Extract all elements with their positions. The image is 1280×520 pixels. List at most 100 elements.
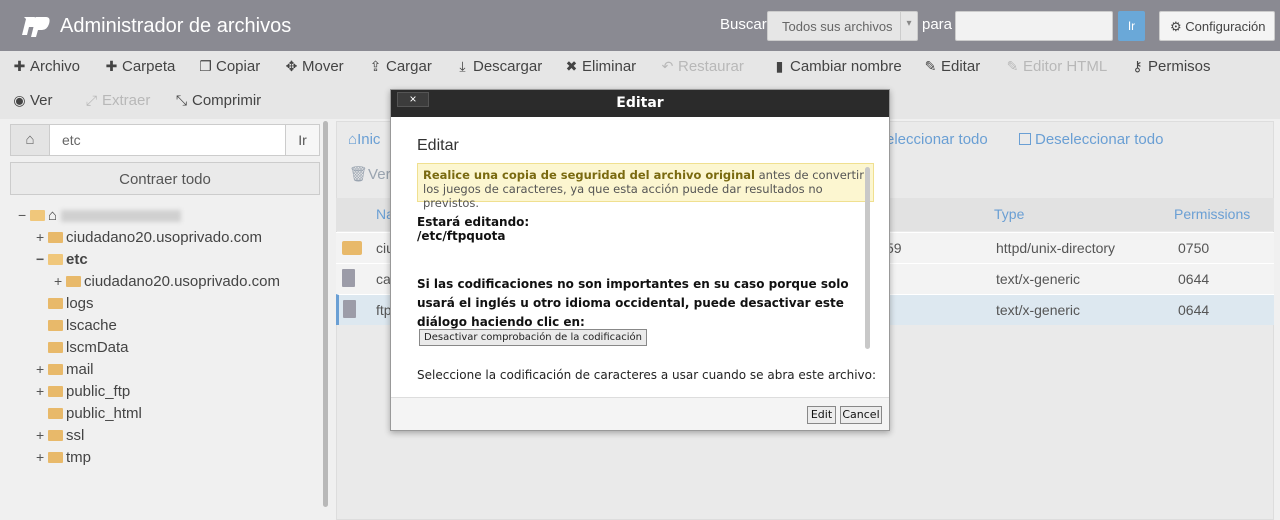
home-icon: ⌂ xyxy=(48,207,58,224)
times-icon: ✖ xyxy=(565,58,578,74)
restore-button[interactable]: ↶ Restaurar xyxy=(660,58,744,75)
collapse-all-button[interactable]: Contraer todo xyxy=(10,162,320,195)
dialog-heading: Editar xyxy=(417,137,459,154)
dialog-scrollbar[interactable] xyxy=(865,167,870,349)
folder-icon xyxy=(48,430,63,441)
column-type[interactable]: Type xyxy=(994,206,1024,222)
folder-open-icon xyxy=(30,210,45,221)
checkbox-icon xyxy=(1019,133,1031,145)
pencil-icon: ✎ xyxy=(924,58,937,74)
move-button[interactable]: ✥ Mover xyxy=(284,58,344,75)
view-trash-button[interactable]: 🗑Ver xyxy=(349,165,391,183)
edit-dialog: × Editar Editar Realice una copia de seg… xyxy=(390,89,890,431)
new-file-button[interactable]: ✚ Archivo xyxy=(12,58,80,75)
expand-icon[interactable]: + xyxy=(54,273,66,289)
edit-button[interactable]: ✎ Editar xyxy=(923,58,981,75)
search-scope-select[interactable]: Todos sus archivos ▾ xyxy=(767,11,918,41)
compress-button[interactable]: ⤡ Comprimir xyxy=(174,92,261,109)
plus-icon: ✚ xyxy=(105,58,118,74)
tree-node[interactable]: + ssl xyxy=(36,427,84,447)
folder-icon xyxy=(48,452,63,463)
upload-button[interactable]: ⇪ Cargar xyxy=(368,58,432,75)
edit-confirm-button[interactable]: Edit xyxy=(807,406,836,424)
home-icon: ⌂ xyxy=(25,131,35,148)
expand-icon[interactable]: + xyxy=(36,383,48,399)
settings-button[interactable]: ⚙ Configuración xyxy=(1159,11,1275,41)
copy-button[interactable]: ❐ Copiar xyxy=(198,58,260,75)
warning-box: Realice una copia de seguridad del archi… xyxy=(417,163,874,210)
dialog-footer: Edit Cancel xyxy=(391,397,889,430)
cpanel-logo xyxy=(22,17,50,37)
app-header: Administrador de archivos Buscar Todos s… xyxy=(0,0,1280,51)
html-editor-button[interactable]: ✎ Editor HTML xyxy=(1005,58,1108,75)
search-input[interactable] xyxy=(955,11,1113,41)
warning-bold: Realice una copia de seguridad del archi… xyxy=(423,168,755,182)
new-folder-button[interactable]: ✚ Carpeta xyxy=(104,58,176,75)
encoding-info-text: Si las codificaciones no son importantes… xyxy=(417,277,849,329)
tree-node[interactable]: + mail xyxy=(36,361,94,381)
home-nav-button[interactable]: ⌂Inic xyxy=(348,131,380,148)
tree-node[interactable]: lscache xyxy=(36,317,117,337)
deselect-all-button[interactable]: Deseleccionar todo xyxy=(1019,131,1163,148)
folder-icon xyxy=(48,342,63,353)
home-button[interactable]: ⌂ xyxy=(10,124,50,156)
gear-icon: ⚙ xyxy=(1170,19,1182,34)
tree-node[interactable]: + tmp xyxy=(36,449,91,469)
search-scope-value: Todos sus archivos xyxy=(782,19,893,34)
column-permissions[interactable]: Permissions xyxy=(1174,206,1250,222)
folder-icon xyxy=(48,298,63,309)
key-icon: ⚷ xyxy=(1132,58,1143,74)
tree-node[interactable]: public_html xyxy=(36,405,142,425)
path-input[interactable]: etc xyxy=(50,124,286,156)
folder-open-icon xyxy=(48,254,63,265)
download-icon: ⤓ xyxy=(459,58,466,74)
plus-icon: ✚ xyxy=(13,58,26,74)
folder-icon xyxy=(48,386,63,397)
move-icon: ✥ xyxy=(285,58,298,74)
app-title: Administrador de archivos xyxy=(60,15,292,37)
trash-icon: 🗑 xyxy=(349,166,369,183)
expand-icon[interactable]: + xyxy=(36,229,48,245)
folder-icon xyxy=(48,364,63,375)
path-go-button[interactable]: Ir xyxy=(286,124,320,156)
compress-icon: ⤡ xyxy=(175,92,188,108)
redacted-label xyxy=(61,210,182,223)
download-button[interactable]: ⤓ Descargar xyxy=(455,58,542,75)
permissions-button[interactable]: ⚷ Permisos xyxy=(1130,58,1210,75)
undo-icon: ↶ xyxy=(661,58,674,74)
copy-icon: ❐ xyxy=(199,58,212,74)
tree-node-etc[interactable]: − etc xyxy=(36,251,88,271)
upload-icon: ⇪ xyxy=(369,58,382,74)
disable-encoding-check-button[interactable]: Desactivar comprobación de la codificaci… xyxy=(419,329,647,346)
tree-node[interactable]: + ciudadano20.usoprivado.com xyxy=(36,229,262,249)
tree-node-root[interactable]: − ⌂ xyxy=(18,207,182,227)
expand-icon[interactable]: + xyxy=(36,361,48,377)
chevron-down-icon: ▾ xyxy=(900,12,917,40)
tree-scrollbar[interactable] xyxy=(323,121,328,507)
select-all-button[interactable]: eleccionar todo xyxy=(886,131,988,148)
dialog-titlebar: × Editar xyxy=(391,90,889,117)
rename-button[interactable]: ▮ Cambiar nombre xyxy=(772,58,902,75)
dialog-body: Editar Realice una copia de seguridad de… xyxy=(391,117,889,397)
folder-icon xyxy=(342,241,362,255)
para-label: para xyxy=(922,16,953,33)
collapse-icon[interactable]: − xyxy=(36,251,48,267)
tree-node[interactable]: logs xyxy=(36,295,94,315)
extract-button[interactable]: ⤢ Extraer xyxy=(84,92,150,109)
tree-node[interactable]: lscmData xyxy=(36,339,129,359)
settings-label: Configuración xyxy=(1185,19,1266,34)
search-go-button[interactable]: Ir xyxy=(1118,11,1145,41)
select-encoding-text: Seleccione la codificación de caracteres… xyxy=(417,368,877,382)
folder-icon xyxy=(48,232,63,243)
collapse-icon[interactable]: − xyxy=(18,207,30,223)
search-label: Buscar xyxy=(720,16,767,33)
eye-icon: ◉ xyxy=(13,92,26,108)
expand-icon[interactable]: + xyxy=(36,449,48,465)
view-button[interactable]: ◉ Ver xyxy=(12,92,52,109)
expand-icon[interactable]: + xyxy=(36,427,48,443)
tree-node[interactable]: + ciudadano20.usoprivado.com xyxy=(54,273,280,293)
tree-node[interactable]: + public_ftp xyxy=(36,383,130,403)
delete-button[interactable]: ✖ Eliminar xyxy=(564,58,637,75)
dialog-title: Editar xyxy=(616,95,664,111)
cancel-button[interactable]: Cancel xyxy=(840,406,882,424)
